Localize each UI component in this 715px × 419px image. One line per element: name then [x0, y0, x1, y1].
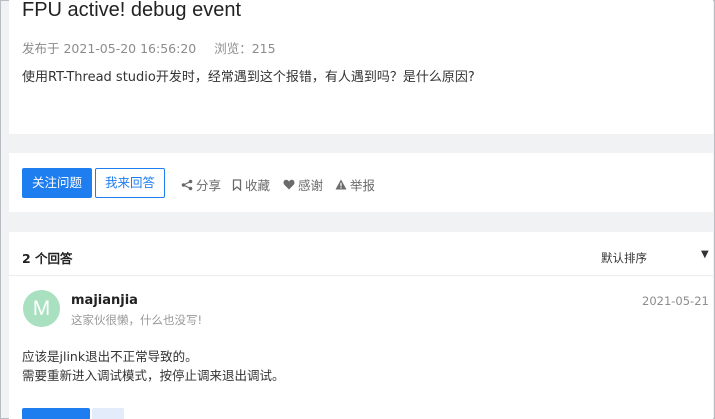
answer-username[interactable]: majianjia	[71, 293, 138, 308]
chevron-down-icon[interactable]: ▼	[701, 249, 709, 260]
question-actions: 关注问题 我来回答 分享 收藏 感谢 举报	[9, 153, 713, 212]
favorite-action[interactable]: 收藏	[232, 175, 270, 194]
share-label: 分享	[196, 178, 222, 193]
sort-select[interactable]: 默认排序	[601, 250, 647, 266]
answer-count: 2 个回答	[22, 251, 73, 266]
avatar[interactable]: M	[23, 290, 60, 327]
question-card: FPU active! debug event 发布于 2021-05-20 1…	[9, 0, 713, 134]
share-icon	[181, 179, 193, 190]
answer-date: 2021-05-21	[642, 294, 709, 308]
answer-secondary-button[interactable]	[92, 408, 124, 419]
answer-body: 应该是jlink退出不正常导致的。 需要重新进入调试模式，按停止调来退出调试。	[22, 347, 285, 385]
favorite-label: 收藏	[245, 178, 271, 193]
answer-line: 需要重新进入调试模式，按停止调来退出调试。	[22, 368, 285, 383]
question-title: FPU active! debug event	[22, 0, 242, 21]
thanks-action[interactable]: 感谢	[283, 175, 323, 194]
question-meta: 发布于 2021-05-20 16:56:20 浏览：215	[22, 38, 276, 57]
divider	[9, 275, 713, 276]
user-signature: 这家伙很懒，什么也没写!	[71, 313, 203, 327]
follow-question-button[interactable]: 关注问题	[22, 168, 92, 198]
answer-question-button[interactable]: 我来回答	[95, 168, 165, 198]
bookmark-icon	[232, 178, 242, 191]
view-count: 浏览：215	[214, 41, 276, 56]
answer-primary-button[interactable]	[22, 408, 90, 419]
publish-time: 发布于 2021-05-20 16:56:20	[22, 41, 197, 56]
answer-line: 应该是jlink退出不正常导致的。	[22, 349, 198, 364]
answers-card: 2 个回答 默认排序 ▼ M majianjia 这家伙很懒，什么也没写! 20…	[9, 232, 713, 419]
warning-icon	[335, 179, 347, 190]
thanks-label: 感谢	[298, 178, 324, 193]
share-action[interactable]: 分享	[181, 175, 221, 194]
heart-icon	[283, 179, 295, 190]
report-action[interactable]: 举报	[335, 175, 375, 194]
question-body: 使用RT-Thread studio开发时，经常遇到这个报错，有人遇到吗？是什么…	[22, 70, 475, 85]
report-label: 举报	[350, 178, 376, 193]
